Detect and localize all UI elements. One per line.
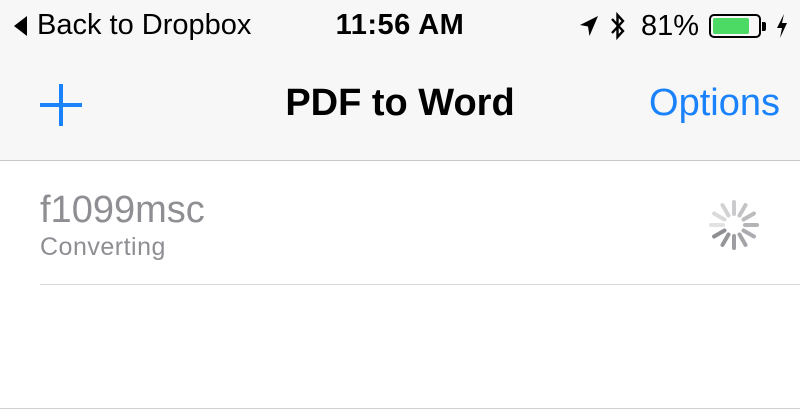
spinner-spoke	[720, 203, 731, 218]
battery-level	[713, 18, 749, 34]
top-bar: Back to Dropbox 11:56 AM 81% PDF to Word…	[0, 0, 800, 161]
spinner-spoke	[741, 228, 756, 239]
bluetooth-icon	[611, 11, 625, 41]
file-status: Converting	[40, 233, 166, 261]
spinner-spoke	[741, 211, 756, 222]
status-bar: Back to Dropbox 11:56 AM 81%	[0, 0, 800, 52]
battery-icon	[709, 14, 761, 38]
battery-percent: 81%	[640, 9, 699, 42]
list-item[interactable]: f1099msc Converting	[40, 161, 800, 285]
battery-cap	[762, 21, 766, 31]
activity-spinner-icon	[709, 200, 759, 250]
status-indicators: 81%	[579, 8, 788, 44]
options-button[interactable]: Options	[649, 82, 780, 125]
divider	[0, 408, 800, 409]
navigation-bar: PDF to Word Options	[0, 52, 800, 160]
spinner-spoke	[737, 232, 748, 247]
location-arrow-icon	[579, 16, 598, 36]
spinner-spoke	[720, 232, 731, 247]
screen: Back to Dropbox 11:56 AM 81% PDF to Word…	[0, 0, 800, 418]
spinner-spoke	[712, 211, 727, 222]
spinner-spoke	[712, 228, 727, 239]
file-name: f1099msc	[40, 189, 205, 231]
charging-bolt-icon	[777, 14, 787, 38]
spinner-spoke	[737, 203, 748, 218]
